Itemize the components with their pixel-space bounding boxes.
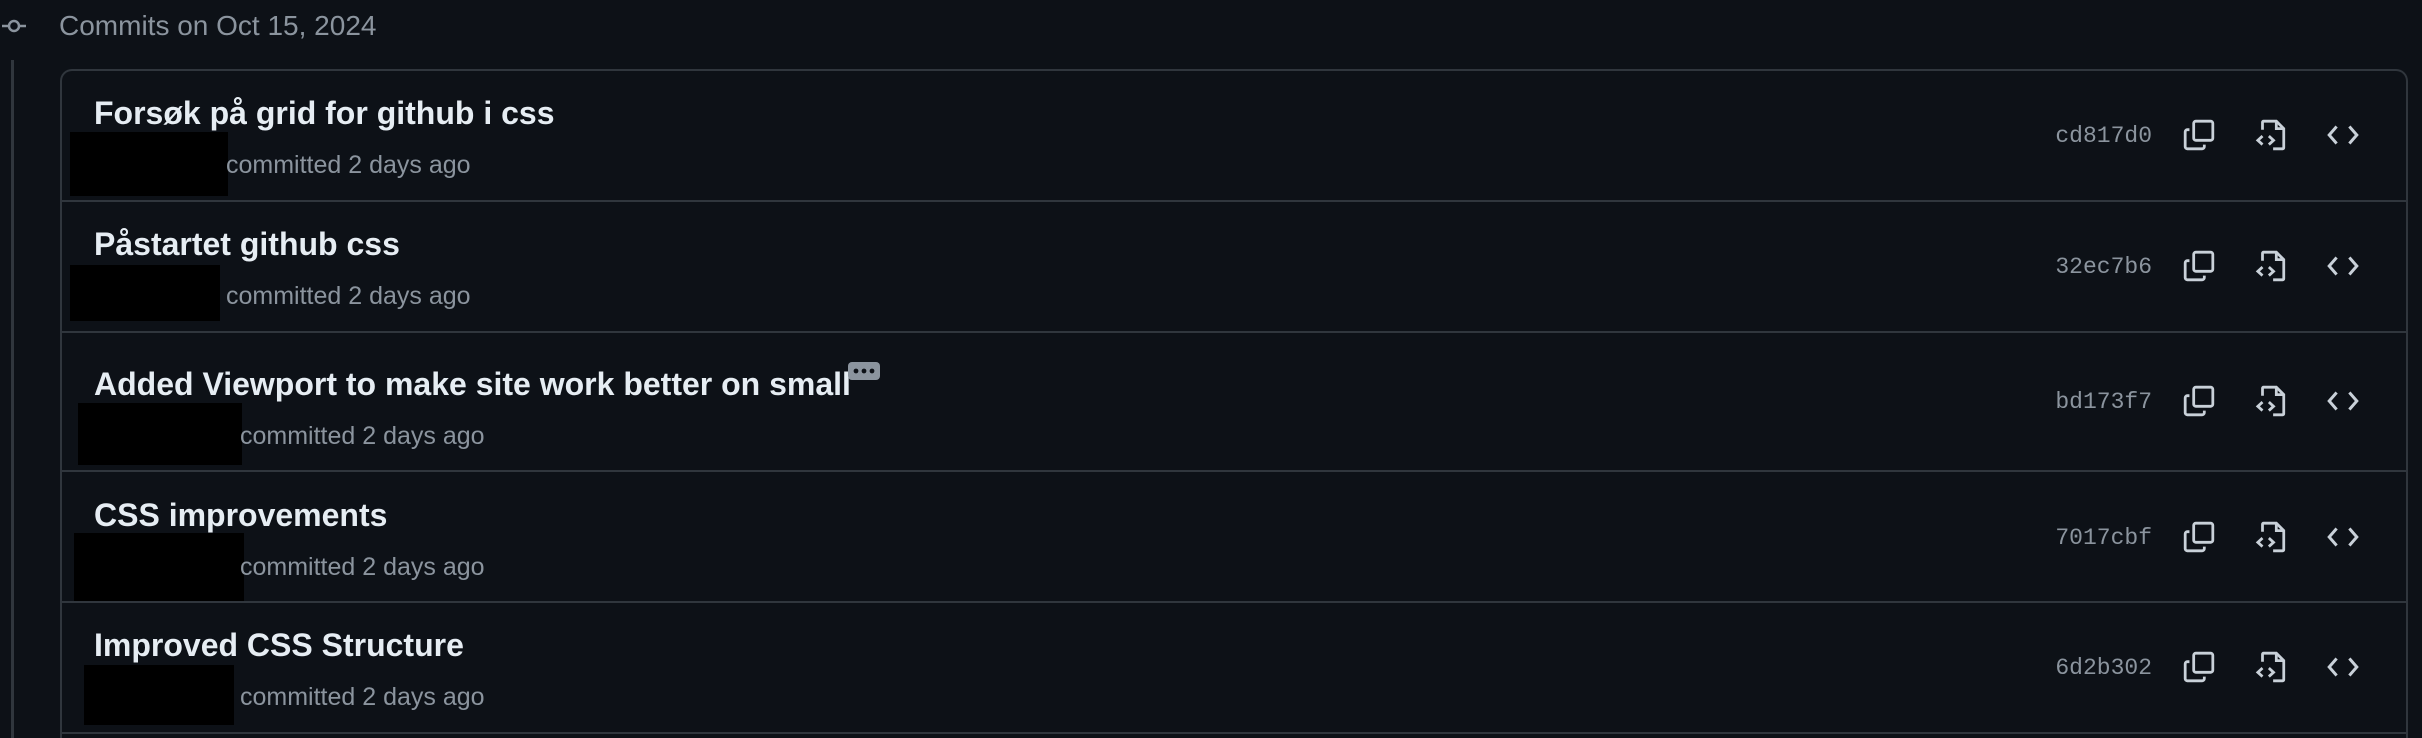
commit-sha-link[interactable]: cd817d0 [2055,123,2152,149]
code-icon[interactable] [2326,249,2360,283]
commit-timestamp: committed 2 days ago [240,553,485,581]
code-icon[interactable] [2326,650,2360,684]
commit-sha-link[interactable]: bd173f7 [2055,389,2152,415]
author-avatar[interactable] [84,665,234,725]
commit-message-link[interactable]: Påstartet github css [94,226,400,263]
expand-message-button[interactable] [848,362,880,380]
commit-sha-link[interactable]: 6d2b302 [2055,655,2152,681]
commit-timestamp: committed 2 days ago [240,683,485,711]
commit-message-link[interactable]: CSS improvements [94,497,387,534]
commit-row: Improved CSS Structure committed 2 days … [62,603,2406,734]
commit-timestamp: committed 2 days ago [226,151,471,179]
commit-group-title: Commits on Oct 15, 2024 [59,10,377,41]
commit-history: Commits on Oct 15, 2024 Forsøk på grid f… [0,0,2422,738]
commit-list: Forsøk på grid for github i css committe… [60,69,2408,738]
file-code-icon[interactable] [2254,650,2288,684]
author-avatar[interactable] [74,533,244,601]
commit-message-link[interactable]: Added Viewport to make site work better … [94,366,851,403]
file-code-icon[interactable] [2254,118,2288,152]
commit-sha-link[interactable]: 7017cbf [2055,525,2152,551]
commit-row: Forsøk på grid for github i css committe… [62,71,2406,202]
copy-icon[interactable] [2182,384,2216,418]
file-code-icon[interactable] [2254,384,2288,418]
copy-icon[interactable] [2182,520,2216,554]
git-commit-icon [2,19,26,33]
code-icon[interactable] [2326,118,2360,152]
code-icon[interactable] [2326,520,2360,554]
commit-row: Påstartet github css committed 2 days ag… [62,202,2406,333]
copy-icon[interactable] [2182,118,2216,152]
commit-timestamp: committed 2 days ago [240,422,485,450]
commit-row: CSS improvements committed 2 days ago 70… [62,472,2406,603]
copy-icon[interactable] [2182,249,2216,283]
file-code-icon[interactable] [2254,249,2288,283]
commit-timestamp: committed 2 days ago [226,282,471,310]
copy-icon[interactable] [2182,650,2216,684]
author-avatar[interactable] [78,403,242,465]
code-icon[interactable] [2326,384,2360,418]
file-code-icon[interactable] [2254,520,2288,554]
ellipsis-icon [853,368,875,374]
commit-row: Added Viewport to make site work better … [62,333,2406,472]
timeline-line [11,60,14,738]
author-avatar[interactable] [70,265,220,321]
commit-message-link[interactable]: Forsøk på grid for github i css [94,95,554,132]
commit-sha-link[interactable]: 32ec7b6 [2055,254,2152,280]
author-avatar[interactable] [70,132,228,196]
commit-message-link[interactable]: Improved CSS Structure [94,627,464,664]
